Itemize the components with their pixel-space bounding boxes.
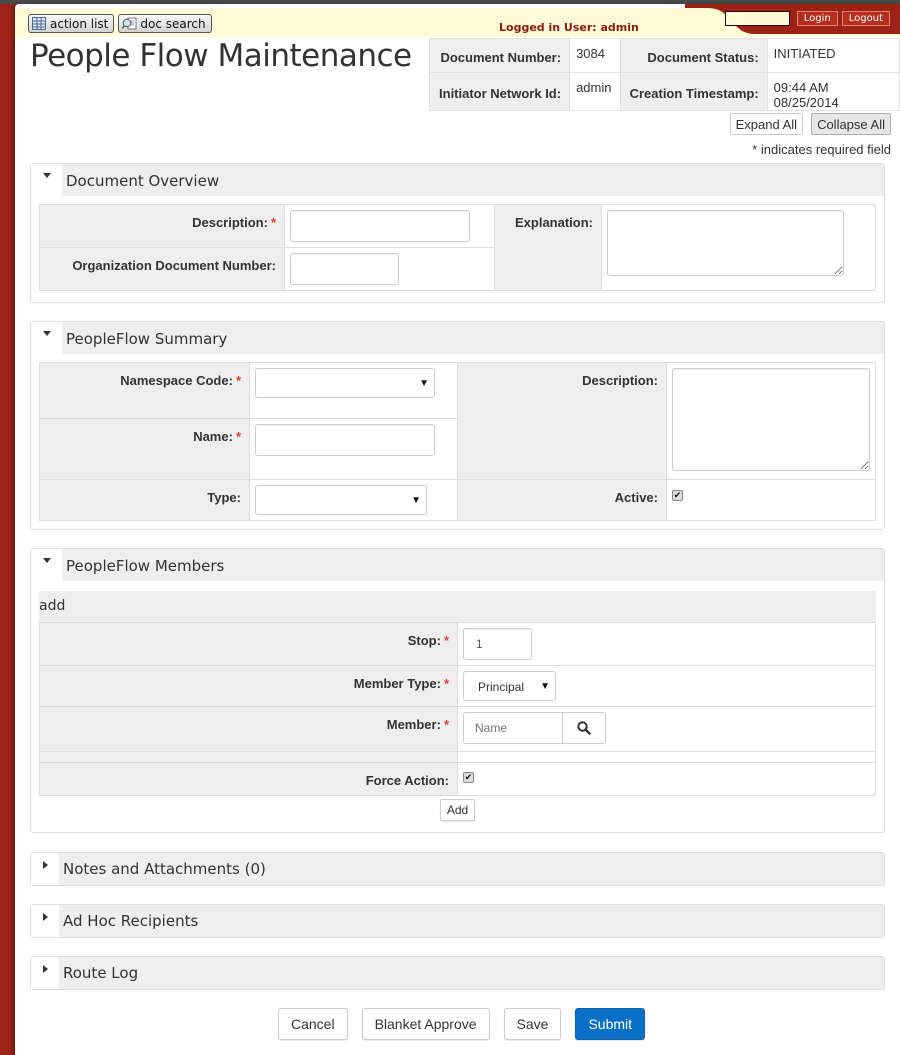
check-icon: ✔ xyxy=(673,490,682,500)
list-icon xyxy=(32,17,46,30)
section-toggle[interactable] xyxy=(31,322,62,354)
action-list-label: action list xyxy=(50,16,109,31)
section-title[interactable]: Document Overview xyxy=(62,164,884,196)
section-title[interactable]: Ad Hoc Recipients xyxy=(59,905,884,937)
initiator-label: Initiator Network Id: xyxy=(428,72,571,111)
overview-form: Description: * Explanation: Organization … xyxy=(39,204,876,291)
collapse-all-button[interactable]: Collapse All xyxy=(811,113,891,135)
section-toggle[interactable] xyxy=(31,164,62,196)
section-toggle[interactable] xyxy=(31,905,59,937)
creation-timestamp-label: Creation Timestamp: xyxy=(619,72,768,111)
section-route-log: Route Log xyxy=(30,956,885,990)
doc-search-icon xyxy=(122,17,137,30)
summary-description-label: Description: xyxy=(457,362,667,480)
initiator-value: admin xyxy=(569,72,621,111)
force-action-label: Force Action: xyxy=(39,762,458,796)
expand-collapse-controls: Expand All Collapse All xyxy=(729,113,891,135)
section-title[interactable]: PeopleFlow Summary xyxy=(62,322,884,354)
summary-form: Namespace Code:* ▼ Description: Name:* xyxy=(39,361,876,521)
explanation-textarea[interactable] xyxy=(607,210,844,276)
member-search-button[interactable] xyxy=(562,712,606,744)
force-action-checkbox[interactable]: ✔ xyxy=(463,772,474,783)
section-document-overview: Document Overview Description: * Explanat… xyxy=(30,163,885,303)
summary-description-textarea[interactable] xyxy=(672,368,870,471)
member-type-select[interactable]: Principal ▼ xyxy=(463,671,556,701)
doc-status-label: Document Status: xyxy=(619,38,768,73)
type-label: Type: xyxy=(39,479,250,521)
dropdown-caret-icon: ▼ xyxy=(419,377,429,389)
section-toggle[interactable] xyxy=(31,549,62,581)
member-type-label: Member Type: * xyxy=(39,665,458,707)
name-input[interactable] xyxy=(255,424,435,457)
save-button[interactable]: Save xyxy=(503,1008,562,1040)
section-peopleflow-summary: PeopleFlow Summary Namespace Code: * ▼ De… xyxy=(30,321,885,530)
section-title[interactable]: Route Log xyxy=(59,957,884,989)
logged-in-user: Logged in User: admin xyxy=(499,21,639,34)
member-label: Member: * xyxy=(39,706,458,752)
explanation-label: Explanation: xyxy=(494,204,602,291)
caret-right-icon xyxy=(42,965,48,973)
description-label: Description: * xyxy=(39,204,285,248)
submit-button[interactable]: Submit xyxy=(575,1008,646,1040)
login-button[interactable]: Login xyxy=(796,11,838,26)
caret-right-icon xyxy=(42,861,48,869)
section-title[interactable]: PeopleFlow Members xyxy=(62,549,884,581)
spacer-row xyxy=(39,751,458,763)
creation-timestamp-value: 09:44 AM 08/25/2014 xyxy=(766,72,900,111)
active-label: Active: xyxy=(457,479,667,521)
doc-number-value: 3084 xyxy=(569,38,621,73)
section-peopleflow-members: PeopleFlow Members add Stop:* Member Typ… xyxy=(30,548,885,833)
caret-right-icon xyxy=(42,913,48,921)
add-member-header: add xyxy=(39,591,876,622)
add-member-form: Stop:* Member Type:* Principal ▼ Member:… xyxy=(39,622,876,796)
section-notes-attachments: Notes and Attachments (0) xyxy=(30,852,885,886)
member-name-input[interactable] xyxy=(463,712,562,744)
doc-search-button[interactable]: doc search xyxy=(118,14,212,33)
org-doc-number-input[interactable] xyxy=(290,253,399,285)
section-title[interactable]: Notes and Attachments (0) xyxy=(59,853,884,885)
doc-number-label: Document Number: xyxy=(428,38,571,73)
required-field-note: * indicates required field xyxy=(752,142,891,157)
blanket-approve-button[interactable]: Blanket Approve xyxy=(361,1008,490,1040)
caret-down-icon xyxy=(42,558,51,563)
description-input[interactable] xyxy=(290,210,470,242)
section-toggle[interactable] xyxy=(31,853,59,885)
document-header-info: Document Number: 3084 Document Status: I… xyxy=(428,38,900,111)
page-container: action list doc search Logged in User: a… xyxy=(15,4,900,1055)
add-member-button[interactable]: Add xyxy=(439,799,476,821)
org-doc-number-label: Organization Document Number: xyxy=(39,247,285,291)
expand-all-button[interactable]: Expand All xyxy=(729,113,804,135)
caret-down-icon xyxy=(42,173,51,178)
namespace-code-select[interactable]: ▼ xyxy=(255,368,435,398)
backdoor-login-input[interactable] xyxy=(724,11,790,26)
document-actions: Cancel Blanket Approve Save Submit xyxy=(15,1008,900,1040)
check-icon: ✔ xyxy=(464,772,473,782)
stop-input[interactable] xyxy=(463,628,532,660)
action-list-button[interactable]: action list xyxy=(28,14,115,33)
login-area: Login Logout xyxy=(724,11,890,26)
search-icon xyxy=(577,721,591,735)
logout-button[interactable]: Logout xyxy=(841,11,890,26)
header-nav: action list doc search xyxy=(28,14,212,33)
dropdown-caret-icon: ▼ xyxy=(411,494,421,506)
section-toggle[interactable] xyxy=(31,957,59,989)
member-lookup-group xyxy=(463,712,870,744)
active-checkbox[interactable]: ✔ xyxy=(672,490,683,501)
doc-status-value: INITIATED xyxy=(766,38,900,73)
name-label: Name: * xyxy=(39,418,250,480)
dropdown-caret-icon: ▼ xyxy=(540,680,550,692)
page-title: People Flow Maintenance xyxy=(30,38,412,74)
stop-label: Stop: * xyxy=(39,622,458,666)
namespace-code-label: Namespace Code: * xyxy=(39,361,250,420)
cancel-button[interactable]: Cancel xyxy=(277,1008,348,1040)
type-select[interactable]: ▼ xyxy=(255,485,427,515)
section-adhoc-recipients: Ad Hoc Recipients xyxy=(30,904,885,938)
doc-search-label: doc search xyxy=(140,16,206,31)
caret-down-icon xyxy=(42,331,51,336)
